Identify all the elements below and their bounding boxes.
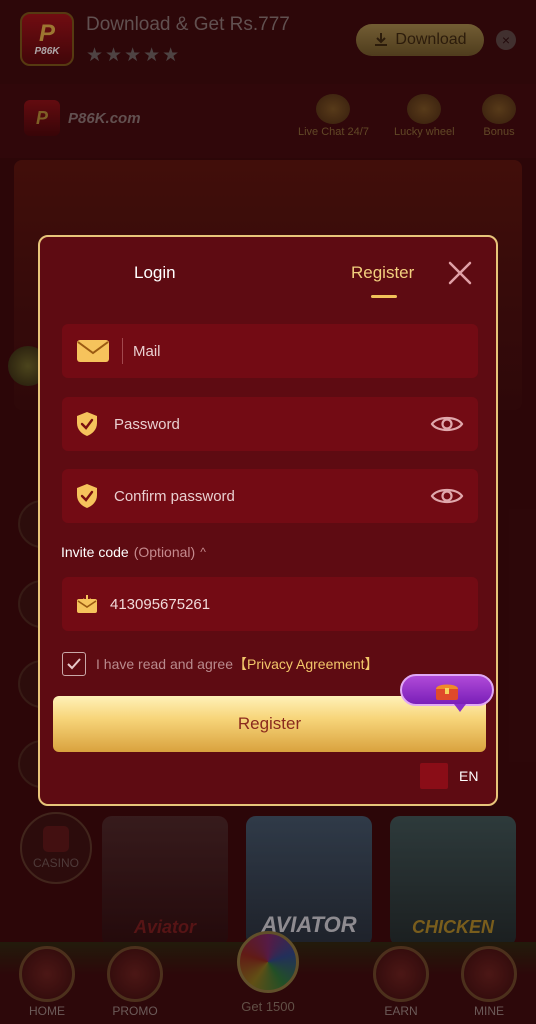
tab-register[interactable]: Register <box>351 263 414 283</box>
register-modal: Login Register Invite code (Optional <box>38 235 498 806</box>
invite-code-toggle[interactable]: Invite code (Optional) ^ <box>61 544 206 560</box>
confirm-password-input[interactable] <box>114 487 430 505</box>
chevron-up-icon: ^ <box>200 545 206 559</box>
privacy-agreement-link[interactable]: 【Privacy Agreement】 <box>233 656 379 672</box>
password-field <box>62 397 478 451</box>
invite-code-label: Invite code <box>61 544 129 560</box>
gift-bubble[interactable] <box>400 674 494 712</box>
agreement-text: I have read and agree <box>96 656 233 672</box>
confirm-password-field <box>62 469 478 523</box>
language-selector[interactable]: EN <box>459 768 478 784</box>
invite-code-input[interactable] <box>110 595 478 613</box>
invite-code-field <box>62 577 478 631</box>
invite-envelope-icon <box>76 594 98 614</box>
invite-optional-label: (Optional) <box>133 544 196 560</box>
agreement-row: I have read and agree【Privacy Agreement】 <box>62 652 379 676</box>
agreement-checkbox[interactable] <box>62 652 86 676</box>
password-input[interactable] <box>114 415 430 433</box>
check-icon <box>67 658 81 670</box>
close-icon[interactable] <box>446 259 474 287</box>
shield-icon <box>76 483 98 509</box>
active-tab-indicator <box>371 295 397 298</box>
treasure-chest-icon <box>436 684 458 700</box>
mail-input[interactable] <box>133 342 478 360</box>
flag-icon[interactable] <box>420 763 448 789</box>
field-divider <box>122 338 123 364</box>
eye-icon[interactable] <box>430 483 464 509</box>
eye-icon[interactable] <box>430 411 464 437</box>
tab-login[interactable]: Login <box>134 263 176 283</box>
mail-icon <box>76 339 110 363</box>
shield-icon <box>76 411 98 437</box>
mail-field <box>62 324 478 378</box>
